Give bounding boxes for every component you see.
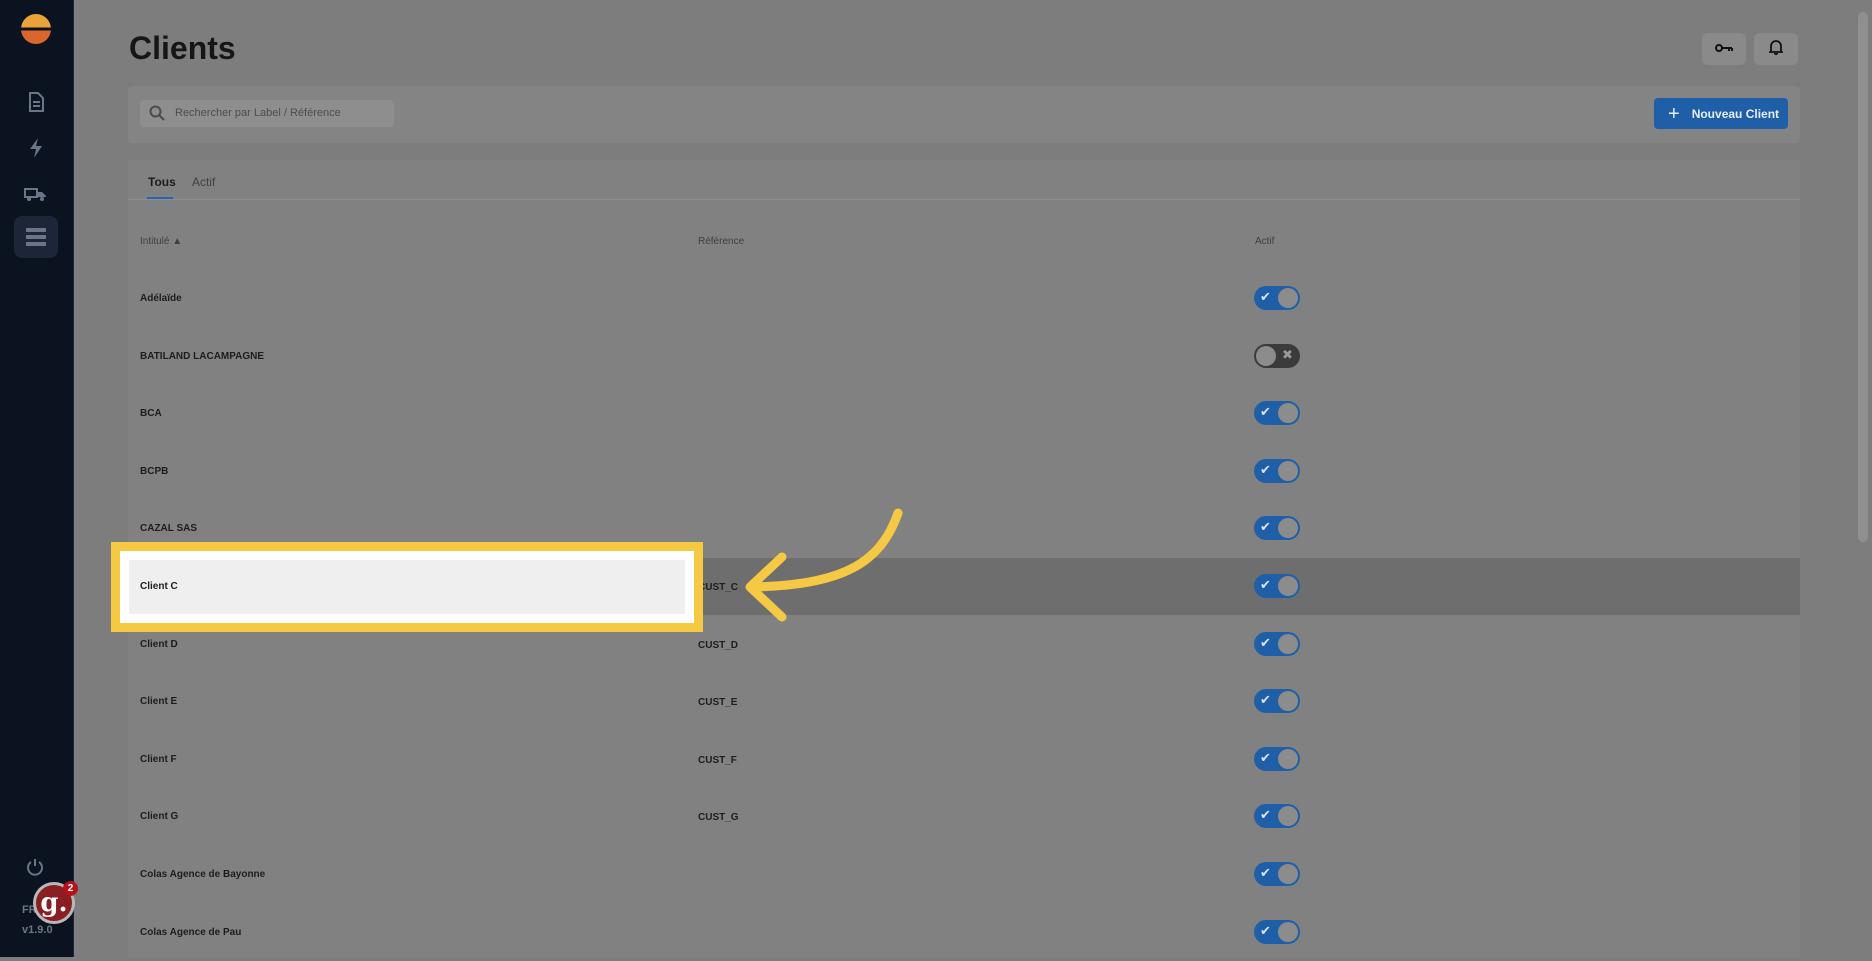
active-toggle[interactable]: ✔ — [1254, 401, 1300, 425]
check-icon: ✔ — [1260, 750, 1271, 765]
app-logo[interactable] — [21, 14, 51, 44]
tab-underline — [147, 197, 173, 199]
active-toggle[interactable]: ✖ — [1254, 344, 1300, 368]
column-header-label[interactable]: Intitulé ▲ — [140, 236, 182, 247]
client-label: Colas Agence de Pau — [140, 927, 242, 938]
key-button[interactable] — [1702, 33, 1746, 65]
toggle-knob — [1278, 461, 1298, 481]
key-icon — [1715, 40, 1733, 58]
toggle-knob — [1278, 518, 1298, 538]
tab-all[interactable]: Tous — [148, 175, 176, 189]
sidebar: FR v1.9.0 — [0, 0, 74, 957]
tabs-divider — [128, 199, 1800, 200]
check-icon: ✔ — [1260, 289, 1271, 304]
client-reference: CUST_D — [698, 640, 739, 651]
check-icon: ✔ — [1260, 577, 1271, 592]
client-reference: CUST_F — [698, 755, 737, 766]
client-label: BCPB — [140, 466, 169, 477]
list-icon[interactable] — [22, 223, 50, 251]
column-header-reference[interactable]: Référence — [698, 236, 744, 247]
active-toggle[interactable]: ✔ — [1254, 747, 1300, 771]
client-label: BCA — [140, 408, 162, 419]
highlighted-client-label[interactable]: Client C — [140, 581, 178, 592]
table-row[interactable] — [128, 904, 1800, 961]
client-reference: CUST_C — [698, 582, 739, 593]
client-reference: CUST_G — [698, 812, 739, 823]
active-toggle[interactable]: ✔ — [1254, 632, 1300, 656]
page-title: Clients — [129, 30, 236, 66]
toggle-knob — [1278, 634, 1298, 654]
table-row[interactable] — [128, 731, 1800, 788]
active-toggle[interactable]: ✔ — [1254, 516, 1300, 540]
table-row[interactable] — [128, 846, 1800, 903]
check-icon: ✔ — [1260, 865, 1271, 880]
client-label: CAZAL SAS — [140, 523, 198, 534]
table-row[interactable] — [128, 328, 1800, 385]
check-icon: ✔ — [1260, 462, 1271, 477]
plus-icon: + — [1668, 102, 1680, 125]
client-reference: CUST_E — [698, 697, 738, 708]
search-icon — [149, 105, 165, 126]
truck-icon[interactable] — [22, 179, 50, 207]
cross-icon: ✖ — [1282, 347, 1293, 362]
toggle-knob — [1278, 691, 1298, 711]
table-row[interactable] — [128, 385, 1800, 442]
client-label: Colas Agence de Bayonne — [140, 869, 266, 880]
check-icon: ✔ — [1260, 635, 1271, 650]
notifications-button[interactable] — [1754, 33, 1798, 65]
tab-active[interactable]: Actif — [192, 175, 215, 189]
table-row[interactable] — [128, 270, 1800, 327]
guide-count-badge: 2 — [63, 881, 78, 896]
search-placeholder: Rechercher par Label / Référence — [175, 107, 341, 119]
new-client-label: Nouveau Client — [1691, 106, 1780, 121]
document-icon[interactable] — [22, 88, 50, 116]
client-label: BATILAND LACAMPAGNE — [140, 351, 265, 362]
pointer-arrow-icon — [745, 508, 903, 622]
power-icon[interactable] — [26, 858, 44, 881]
active-toggle[interactable]: ✔ — [1254, 804, 1300, 828]
toggle-knob — [1256, 346, 1276, 366]
toggle-knob — [1278, 864, 1298, 884]
check-icon: ✔ — [1260, 519, 1271, 534]
active-toggle[interactable]: ✔ — [1254, 286, 1300, 310]
active-toggle[interactable]: ✔ — [1254, 459, 1300, 483]
table-row[interactable] — [128, 788, 1800, 845]
bolt-icon[interactable] — [22, 134, 50, 162]
active-toggle[interactable]: ✔ — [1254, 862, 1300, 886]
column-header-active[interactable]: Actif — [1255, 236, 1274, 247]
client-label: Client G — [140, 811, 179, 822]
active-toggle[interactable]: ✔ — [1254, 689, 1300, 713]
scrollbar[interactable] — [1858, 12, 1868, 542]
active-toggle[interactable]: ✔ — [1254, 574, 1300, 598]
toggle-knob — [1278, 749, 1298, 769]
client-label: Client E — [140, 696, 178, 707]
toggle-knob — [1278, 288, 1298, 308]
check-icon: ✔ — [1260, 404, 1271, 419]
toggle-knob — [1278, 922, 1298, 942]
new-client-button[interactable]: + Nouveau Client — [1654, 98, 1788, 129]
client-label: Client D — [140, 639, 178, 650]
highlight-inner — [120, 551, 694, 623]
check-icon: ✔ — [1260, 692, 1271, 707]
check-icon: ✔ — [1260, 807, 1271, 822]
toggle-knob — [1278, 806, 1298, 826]
check-icon: ✔ — [1260, 923, 1271, 938]
client-label: Adélaïde — [140, 293, 182, 304]
bell-icon — [1767, 39, 1785, 60]
table-row[interactable] — [128, 443, 1800, 500]
toggle-knob — [1278, 403, 1298, 423]
toggle-knob — [1278, 576, 1298, 596]
version-label: v1.9.0 — [22, 924, 53, 936]
table-row[interactable] — [128, 673, 1800, 730]
client-label: Client F — [140, 754, 177, 765]
active-toggle[interactable]: ✔ — [1254, 920, 1300, 944]
